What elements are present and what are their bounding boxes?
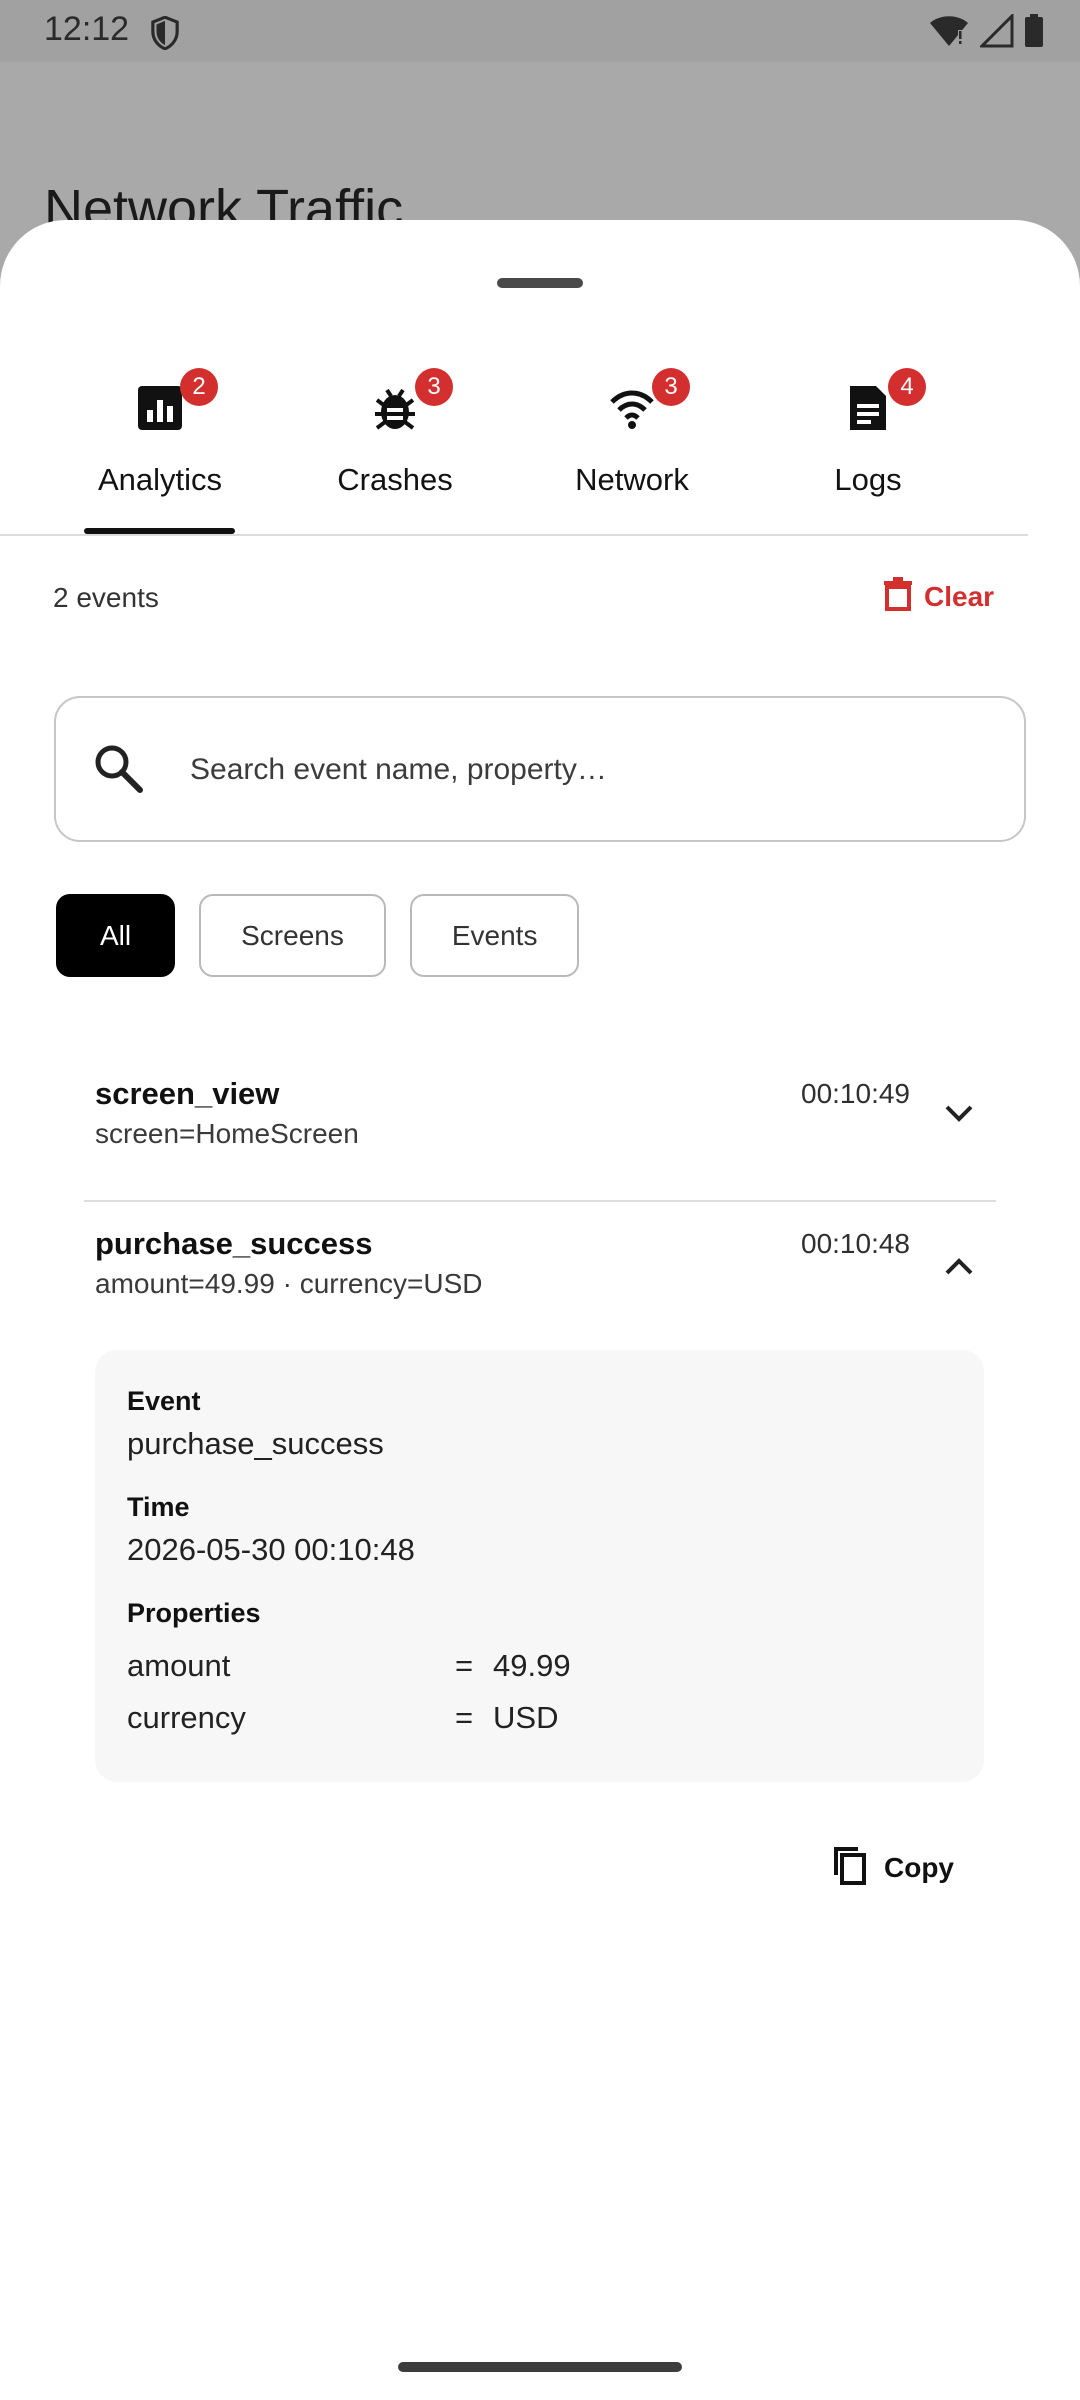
crashes-badge: 3 (415, 368, 453, 406)
analytics-badge: 2 (180, 368, 218, 406)
clear-button[interactable]: Clear (884, 572, 994, 622)
battery-icon (1024, 14, 1044, 52)
shield-icon (150, 15, 180, 54)
event-time: 00:10:48 (801, 1228, 910, 1259)
tabs-divider (0, 534, 1028, 536)
wifi-status-icon (928, 14, 970, 52)
event-row[interactable]: screen_view screen=HomeScreen 00:10:49 (84, 1070, 996, 1150)
event-count: 2 events (53, 582, 159, 613)
tab-network[interactable]: 3 Network (532, 368, 732, 536)
event-summary: screen=HomeScreen (95, 1118, 359, 1149)
copy-label: Copy (884, 1852, 954, 1883)
tab-label-crashes: Crashes (337, 462, 453, 497)
property-equals: = (455, 1700, 474, 1735)
filter-chips: All Screens Events (56, 894, 580, 977)
copy-icon (832, 1845, 868, 1892)
property-key: currency (127, 1700, 246, 1735)
clear-label: Clear (924, 581, 995, 612)
chip-all[interactable]: All (56, 894, 176, 977)
network-badge: 3 (652, 368, 690, 406)
tab-bar: 2 Analytics 3 Crashes 3 Network 4 Logs (0, 368, 1028, 536)
event-label: Event (127, 1386, 201, 1416)
property-value: 49.99 (493, 1648, 571, 1683)
properties-label: Properties (127, 1598, 261, 1628)
event-time: 00:10:49 (801, 1078, 910, 1109)
tab-analytics[interactable]: 2 Analytics (60, 368, 260, 536)
property-key: amount (127, 1648, 231, 1683)
status-bar: 12:12 (0, 0, 1080, 62)
home-indicator[interactable] (398, 2362, 682, 2372)
time-label: Time (127, 1492, 190, 1522)
chevron-up-icon[interactable] (944, 1256, 974, 1280)
tab-logs[interactable]: 4 Logs (768, 368, 968, 536)
event-row[interactable]: purchase_success amount=49.99 · currency… (84, 1222, 996, 1302)
event-value: purchase_success (127, 1426, 384, 1461)
status-time: 12:12 (44, 10, 130, 48)
tab-label-logs: Logs (834, 462, 902, 497)
tab-label-network: Network (575, 462, 689, 497)
trash-icon (884, 576, 912, 618)
copy-button[interactable]: Copy (832, 1842, 954, 1894)
cell-signal-icon (978, 12, 1014, 52)
event-details-card: Event purchase_success Time 2026-05-30 0… (95, 1350, 984, 1782)
search-field[interactable] (54, 696, 1026, 842)
drag-handle[interactable] (497, 278, 583, 288)
bug-icon (373, 380, 417, 432)
status-icons (928, 12, 1044, 52)
wifi-icon (610, 380, 654, 432)
search-icon (92, 742, 144, 798)
document-icon (846, 380, 890, 432)
time-value: 2026-05-30 00:10:48 (127, 1532, 415, 1567)
event-name: screen_view (95, 1076, 280, 1111)
property-value: USD (493, 1700, 559, 1735)
logs-badge: 4 (888, 368, 926, 406)
property-equals: = (455, 1648, 474, 1683)
event-summary: amount=49.99 · currency=USD (95, 1268, 483, 1299)
search-input[interactable] (190, 742, 970, 798)
bar-chart-icon (138, 380, 182, 432)
list-divider (84, 1200, 996, 1202)
tab-crashes[interactable]: 3 Crashes (295, 368, 495, 536)
tab-label-analytics: Analytics (97, 462, 223, 497)
event-name: purchase_success (95, 1226, 373, 1261)
chevron-down-icon[interactable] (944, 1104, 974, 1128)
chip-events[interactable]: Events (409, 894, 580, 977)
chip-screens[interactable]: Screens (199, 894, 386, 977)
bottom-sheet: 2 Analytics 3 Crashes 3 Network 4 Logs 2… (0, 220, 1080, 2400)
